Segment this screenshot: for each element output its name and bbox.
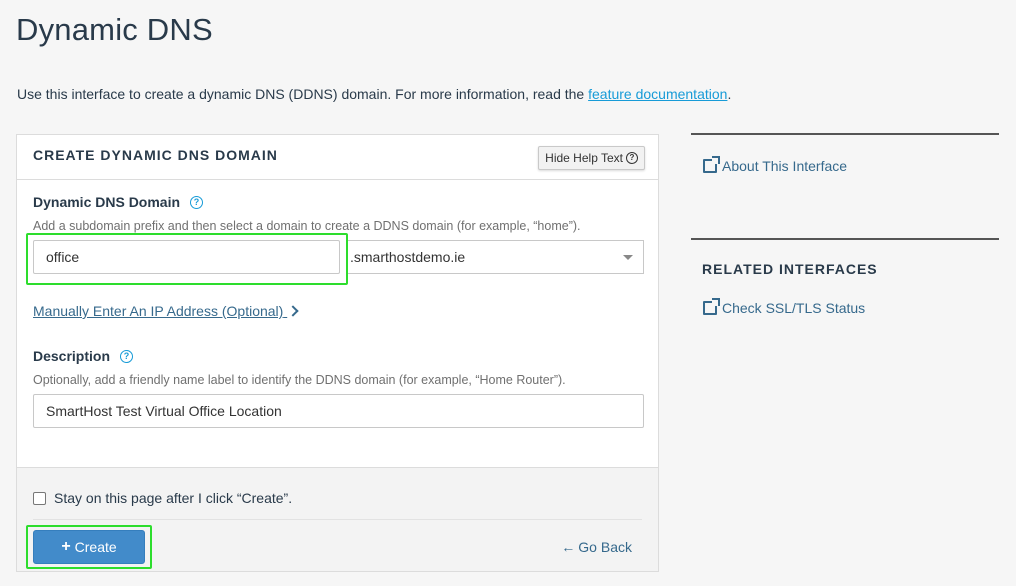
- intro-paragraph: Use this interface to create a dynamic D…: [17, 86, 731, 102]
- description-label-text: Description: [33, 348, 111, 364]
- related-interfaces-heading: RELATED INTERFACES: [702, 261, 878, 277]
- feature-documentation-link[interactable]: feature documentation: [588, 86, 727, 102]
- about-interface-link[interactable]: About This Interface: [703, 156, 848, 174]
- stay-on-page-row: Stay on this page after I click “Create”…: [33, 490, 292, 506]
- intro-text: Use this interface to create a dynamic D…: [17, 86, 589, 102]
- sidebar-divider-related: [691, 238, 999, 240]
- domain-help-text: Add a subdomain prefix and then select a…: [33, 219, 581, 233]
- chevron-down-icon: [623, 255, 633, 260]
- description-label: Description ?: [33, 348, 134, 364]
- description-help-text: Optionally, add a friendly name label to…: [33, 373, 566, 387]
- form-footer: Stay on this page after I click “Create”…: [17, 467, 658, 571]
- create-ddns-panel: CREATE DYNAMIC DNS DOMAIN Hide Help Text…: [16, 134, 659, 572]
- about-interface-label: About This Interface: [722, 158, 848, 174]
- chevron-right-icon: [287, 305, 299, 317]
- create-highlight-box: [26, 525, 152, 569]
- manual-ip-link[interactable]: Manually Enter An IP Address (Optional): [33, 303, 299, 319]
- question-circle-icon: ?: [626, 152, 638, 164]
- panel-title: CREATE DYNAMIC DNS DOMAIN: [33, 147, 278, 163]
- description-input[interactable]: [33, 394, 644, 428]
- manual-ip-link-text: Manually Enter An IP Address (Optional): [33, 303, 284, 319]
- external-link-icon: [703, 156, 720, 173]
- domain-select-value: .smarthostdemo.ie: [350, 249, 466, 265]
- go-back-label: Go Back: [578, 539, 632, 555]
- dynamic-dns-domain-label-text: Dynamic DNS Domain: [33, 194, 181, 210]
- stay-on-page-checkbox[interactable]: [33, 491, 46, 505]
- stay-on-page-label: Stay on this page after I click “Create”…: [54, 490, 293, 506]
- hide-help-text-button[interactable]: Hide Help Text ?: [538, 146, 645, 170]
- description-help-icon[interactable]: ?: [120, 349, 134, 363]
- footer-divider: [33, 519, 642, 520]
- sidebar-divider-top: [691, 133, 999, 135]
- panel-header: CREATE DYNAMIC DNS DOMAIN Hide Help Text…: [17, 135, 658, 180]
- intro-end: .: [727, 86, 732, 102]
- go-back-link[interactable]: ← Go Back: [561, 539, 632, 555]
- domain-select[interactable]: .smarthostdemo.ie: [346, 240, 644, 274]
- external-link-icon: [703, 298, 720, 315]
- check-ssl-status-link[interactable]: Check SSL/TLS Status: [703, 298, 866, 316]
- domain-help-icon[interactable]: ?: [190, 195, 204, 209]
- check-ssl-status-label: Check SSL/TLS Status: [722, 300, 866, 316]
- arrow-left-icon: ←: [561, 539, 576, 555]
- hide-help-text-label: Hide Help Text: [545, 151, 623, 165]
- prefix-highlight-box: [26, 233, 348, 285]
- page-title: Dynamic DNS: [16, 12, 213, 47]
- dynamic-dns-domain-label: Dynamic DNS Domain ?: [33, 194, 204, 210]
